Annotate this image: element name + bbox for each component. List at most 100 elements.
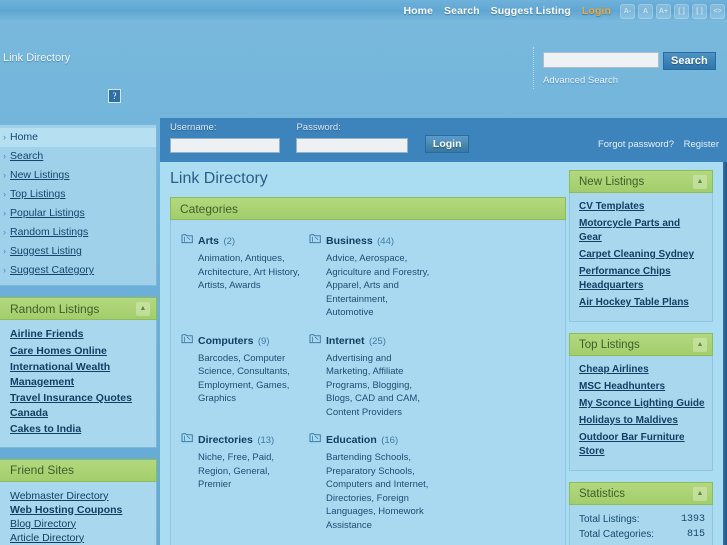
category-subcategories[interactable]: Animation, Antiques, Architecture, Art H… [181, 252, 303, 293]
categories-panel-title: Categories [180, 201, 239, 216]
list-item[interactable]: Performance Chips Headquarters [579, 265, 705, 293]
site-logo[interactable]: Link Directory [3, 52, 70, 64]
top-listings-body: Cheap Airlines MSC Headhunters My Sconce… [569, 356, 713, 471]
sidebar-item-new-listings[interactable]: › New Listings [0, 166, 156, 185]
category-link[interactable]: Computers [198, 335, 253, 347]
topnav-login[interactable]: Login [582, 5, 611, 17]
register-link[interactable]: Register [684, 139, 719, 150]
forgot-password-link[interactable]: Forgot password? [598, 139, 674, 150]
layout-wide-icon[interactable]: [ ] [692, 3, 707, 19]
top-listings-box: Top Listings ▲ Cheap Airlines MSC Headhu… [569, 333, 713, 471]
list-item[interactable]: Cheap Airlines [579, 363, 705, 377]
category-block: Arts (2) Animation, Antiques, Architectu… [181, 231, 309, 320]
list-item[interactable]: Care Homes Online [10, 344, 148, 359]
password-input[interactable] [296, 138, 409, 153]
sidebar-item-top-listings[interactable]: › Top Listings [0, 185, 156, 204]
category-subcategories[interactable]: Advice, Aerospace, Agriculture and Fores… [309, 252, 431, 320]
page-root: Home Search Suggest Listing Login A- A A… [0, 0, 727, 545]
category-link[interactable]: Business [326, 235, 373, 247]
category-block: Internet (25) Advertising and Marketing,… [309, 331, 437, 420]
collapse-icon[interactable]: ▲ [693, 337, 707, 352]
random-listings-body: Airline Friends Care Homes Online Intern… [0, 320, 157, 448]
chevron-right-icon: › [3, 132, 6, 142]
left-sidebar: › Home › Search › New Listings › Top Lis… [0, 124, 160, 545]
sidebar-item-suggest-category[interactable]: › Suggest Category [0, 261, 156, 280]
category-link[interactable]: Education [326, 434, 377, 446]
search-button[interactable]: Search [663, 52, 716, 70]
category-count: (25) [368, 335, 386, 347]
topnav-home[interactable]: Home [403, 5, 433, 17]
main-region: Username: Password: Login Forgot passwor… [160, 118, 727, 545]
list-item[interactable]: CV Templates [579, 200, 705, 214]
category-subcategories[interactable]: Bartending Schools, Preparatory Schools,… [309, 451, 431, 532]
friend-sites-title: Friend Sites [10, 463, 75, 477]
list-item[interactable]: Article Directory [10, 531, 148, 545]
font-decrease-icon[interactable]: A- [620, 3, 635, 19]
stat-row: Total Listings: 1393 [579, 512, 705, 527]
category-link[interactable]: Arts [198, 235, 219, 247]
list-item[interactable]: Outdoor Bar Furniture Store [579, 431, 705, 459]
sidebar-item-popular-listings[interactable]: › Popular Listings [0, 204, 156, 223]
broken-image-icon: ? [108, 89, 121, 103]
stat-value: 815 [686, 529, 705, 540]
topnav-search[interactable]: Search [444, 5, 480, 17]
category-count: (9) [257, 335, 270, 347]
stat-row: Total Categories: 815 [579, 527, 705, 542]
stat-label: Total Listings: [579, 514, 640, 525]
list-item[interactable]: Cakes to India [10, 422, 148, 437]
username-field-group: Username: [170, 122, 280, 153]
sidebar-item-random-listings[interactable]: › Random Listings [0, 223, 156, 242]
collapse-icon[interactable]: ▲ [693, 486, 707, 501]
list-item[interactable]: Carpet Cleaning Sydney [579, 248, 705, 262]
font-increase-icon[interactable]: A+ [656, 3, 671, 19]
category-subcategories[interactable]: Niche, Free, Paid, Region, General, Prem… [181, 451, 303, 492]
folder-icon [181, 333, 193, 343]
statistics-body: Total Listings: 1393 Total Categories: 8… [569, 505, 713, 545]
category-link[interactable]: Internet [326, 335, 365, 347]
list-item[interactable]: International Wealth Management [10, 360, 148, 389]
list-item[interactable]: My Sconce Lighting Guide [579, 397, 705, 411]
category-subcategories[interactable]: Advertising and Marketing, Affiliate Pro… [309, 352, 431, 420]
advanced-search-link[interactable]: Advanced Search [543, 75, 618, 86]
right-sidebar: New Listings ▲ CV Templates Motorcycle P… [569, 162, 717, 545]
sidebar-item-suggest-listing[interactable]: › Suggest Listing [0, 242, 156, 261]
collapse-icon[interactable]: ▲ [136, 301, 150, 316]
password-label: Password: [296, 122, 341, 133]
category-link[interactable]: Directories [198, 434, 253, 446]
sidebar-item-label: Popular Listings [10, 207, 85, 219]
random-listings-title: Random Listings [10, 301, 100, 316]
category-block: Education (16) Bartending Schools, Prepa… [309, 430, 437, 532]
sidebar-item-label: Home [10, 131, 39, 143]
friend-sites-body: Webmaster Directory Web Hosting Coupons … [0, 481, 157, 545]
collapse-icon[interactable]: ▲ [693, 174, 707, 189]
chevron-right-icon: › [3, 265, 6, 275]
layout-narrow-icon[interactable]: [ ] [674, 3, 689, 19]
stat-value: 1393 [680, 514, 705, 525]
list-item[interactable]: Web Hosting Coupons [10, 503, 148, 517]
list-item[interactable]: Motorcycle Parts and Gear [579, 217, 705, 245]
login-button[interactable]: Login [424, 135, 470, 153]
categories-grid: Arts (2) Animation, Antiques, Architectu… [181, 231, 559, 545]
topnav-suggest-listing[interactable]: Suggest Listing [491, 5, 571, 17]
chevron-right-icon: › [3, 246, 6, 256]
list-item[interactable]: Webmaster Directory [10, 489, 148, 503]
username-input[interactable] [170, 138, 280, 153]
list-item[interactable]: Holidays to Maldives [579, 414, 705, 428]
list-item[interactable]: Air Hockey Table Plans [579, 296, 705, 310]
sidebar-item-home[interactable]: › Home [0, 128, 156, 147]
new-listings-box: New Listings ▲ CV Templates Motorcycle P… [569, 170, 713, 322]
list-item[interactable]: Travel Insurance Quotes Canada [10, 391, 148, 420]
chevron-right-icon: › [3, 170, 6, 180]
font-normal-icon[interactable]: A [638, 3, 653, 19]
new-listings-header: New Listings ▲ [569, 170, 713, 193]
list-item[interactable]: Blog Directory [10, 517, 148, 531]
list-item[interactable]: Airline Friends [10, 327, 148, 342]
search-input[interactable] [543, 52, 659, 68]
layout-fluid-icon[interactable]: <> [710, 3, 725, 19]
sidebar-item-label: New Listings [10, 169, 70, 181]
new-listings-body: CV Templates Motorcycle Parts and Gear C… [569, 193, 713, 322]
category-subcategories[interactable]: Barcodes, Computer Science, Consultants,… [181, 352, 303, 406]
list-item[interactable]: MSC Headhunters [579, 380, 705, 394]
chevron-right-icon: › [3, 189, 6, 199]
sidebar-item-search[interactable]: › Search [0, 147, 156, 166]
